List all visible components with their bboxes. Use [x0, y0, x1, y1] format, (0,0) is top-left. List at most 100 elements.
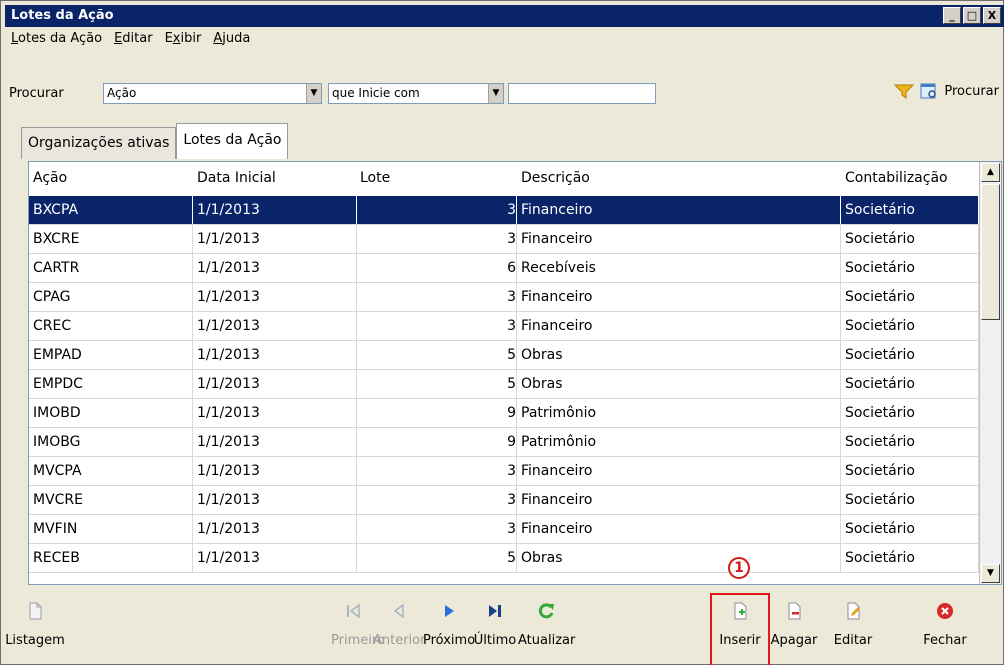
window-title: Lotes da Ação: [11, 8, 114, 23]
search-label: Procurar: [9, 86, 64, 101]
cell-descricao: Financeiro: [517, 225, 841, 253]
search-input[interactable]: [508, 83, 656, 104]
cell-descricao: Obras: [517, 341, 841, 369]
menu-editar[interactable]: Editar: [108, 28, 159, 50]
previous-icon: [389, 601, 409, 621]
cell-data-inicial: 1/1/2013: [193, 428, 357, 456]
table-row[interactable]: EMPDC 1/1/2013 5 Obras Societário: [29, 370, 979, 399]
cell-acao: CPAG: [29, 283, 193, 311]
cell-data-inicial: 1/1/2013: [193, 486, 357, 514]
column-header-acao[interactable]: Ação: [33, 170, 67, 186]
chevron-down-icon[interactable]: ▼: [488, 84, 503, 103]
inserir-button[interactable]: Inserir: [710, 593, 770, 665]
table-row[interactable]: CREC 1/1/2013 3 Financeiro Societário: [29, 312, 979, 341]
fechar-button[interactable]: Fechar: [915, 595, 975, 665]
cell-descricao: Patrimônio: [517, 399, 841, 427]
proximo-button[interactable]: Próximo: [423, 595, 475, 665]
cell-acao: RECEB: [29, 544, 193, 572]
cell-contabilizacao: Societário: [841, 399, 979, 427]
cell-data-inicial: 1/1/2013: [193, 544, 357, 572]
cell-descricao: Obras: [517, 370, 841, 398]
close-icon: X: [987, 9, 997, 22]
primeiro-button[interactable]: Primeiro: [331, 595, 385, 665]
table-row[interactable]: MVFIN 1/1/2013 3 Financeiro Societário: [29, 515, 979, 544]
search-button[interactable]: Procurar: [944, 84, 999, 99]
anterior-label: Anterior: [373, 633, 426, 648]
table-row[interactable]: RECEB 1/1/2013 5 Obras Societário: [29, 544, 979, 573]
menu-lotes-da-acao[interactable]: Lotes da Ação: [5, 28, 108, 50]
menu-ajuda[interactable]: Ajuda: [207, 28, 256, 50]
cell-descricao: Financeiro: [517, 486, 841, 514]
filter-icon[interactable]: [894, 83, 915, 99]
editar-button[interactable]: Editar: [830, 595, 876, 665]
tab-lotes-da-acao[interactable]: Lotes da Ação: [176, 123, 289, 159]
table-row[interactable]: MVCRE 1/1/2013 3 Financeiro Societário: [29, 486, 979, 515]
cell-descricao: Financeiro: [517, 283, 841, 311]
cell-data-inicial: 1/1/2013: [193, 225, 357, 253]
delete-icon: [784, 601, 804, 621]
chevron-down-icon[interactable]: ▼: [306, 84, 321, 103]
scroll-down-icon[interactable]: ▼: [981, 564, 1000, 583]
cell-acao: BXCRE: [29, 225, 193, 253]
table-row[interactable]: BXCPA 1/1/2013 3 Financeiro Societário: [29, 196, 979, 225]
table-row[interactable]: IMOBG 1/1/2013 9 Patrimônio Societário: [29, 428, 979, 457]
cell-contabilizacao: Societário: [841, 370, 979, 398]
column-header-contabilizacao[interactable]: Contabilização: [845, 170, 948, 186]
table-row[interactable]: CPAG 1/1/2013 3 Financeiro Societário: [29, 283, 979, 312]
minimize-button[interactable]: _: [943, 7, 961, 24]
maximize-button[interactable]: □: [963, 7, 981, 24]
cell-descricao: Financeiro: [517, 312, 841, 340]
scroll-up-icon[interactable]: ▲: [981, 163, 1000, 182]
bottom-toolbar: Listagem Primeiro Anterior Próximo Último Atu…: [5, 593, 1004, 665]
title-bar[interactable]: Lotes da Ação _ □ X: [5, 5, 1004, 27]
close-window-button[interactable]: X: [983, 7, 1001, 24]
cell-lote: 3: [357, 312, 517, 340]
cell-contabilizacao: Societário: [841, 341, 979, 369]
table-row[interactable]: IMOBD 1/1/2013 9 Patrimônio Societário: [29, 399, 979, 428]
tab-organizacoes-ativas[interactable]: Organizações ativas: [21, 127, 177, 159]
cell-data-inicial: 1/1/2013: [193, 254, 357, 282]
cell-acao: IMOBD: [29, 399, 193, 427]
vertical-scrollbar[interactable]: ▲ ▼: [979, 162, 1001, 584]
column-header-descricao[interactable]: Descrição: [521, 170, 590, 186]
apagar-button[interactable]: Apagar: [767, 595, 821, 665]
cell-contabilizacao: Societário: [841, 428, 979, 456]
column-header-lote[interactable]: Lote: [360, 170, 390, 186]
column-header-data-inicial[interactable]: Data Inicial: [197, 170, 276, 186]
apagar-label: Apagar: [770, 633, 818, 648]
cell-descricao: Patrimônio: [517, 428, 841, 456]
search-actions: Procurar: [894, 83, 999, 99]
first-icon: [343, 601, 363, 621]
atualizar-button[interactable]: Atualizar: [518, 595, 575, 665]
window-controls: _ □ X: [943, 7, 1001, 24]
table-row[interactable]: BXCRE 1/1/2013 3 Financeiro Societário: [29, 225, 979, 254]
cell-acao: IMOBG: [29, 428, 193, 456]
maximize-icon: □: [966, 9, 978, 22]
insert-icon: [730, 601, 750, 621]
cell-lote: 3: [357, 196, 517, 224]
anterior-button[interactable]: Anterior: [373, 595, 425, 665]
cell-lote: 3: [357, 486, 517, 514]
scrollbar-thumb[interactable]: [981, 184, 1000, 320]
cell-acao: EMPDC: [29, 370, 193, 398]
menu-exibir[interactable]: Exibir: [159, 28, 208, 50]
table-row[interactable]: EMPAD 1/1/2013 5 Obras Societário: [29, 341, 979, 370]
cell-data-inicial: 1/1/2013: [193, 283, 357, 311]
cell-descricao: Obras: [517, 544, 841, 572]
tab-strip: Organizações ativas Lotes da Ação: [21, 123, 289, 161]
cell-descricao: Financeiro: [517, 515, 841, 543]
search-operator-select[interactable]: que Inicie com ▼: [328, 83, 504, 104]
listagem-label: Listagem: [5, 633, 65, 648]
table-row[interactable]: MVCPA 1/1/2013 3 Financeiro Societário: [29, 457, 979, 486]
cell-contabilizacao: Societário: [841, 457, 979, 485]
cell-lote: 5: [357, 544, 517, 572]
minimize-icon: _: [949, 9, 955, 22]
listagem-button[interactable]: Listagem: [5, 595, 65, 665]
cell-contabilizacao: Societário: [841, 486, 979, 514]
ultimo-button[interactable]: Último: [473, 595, 517, 665]
cell-contabilizacao: Societário: [841, 196, 979, 224]
table-row[interactable]: CARTR 1/1/2013 6 Recebíveis Societário: [29, 254, 979, 283]
menu-bar: Lotes da Ação Editar Exibir Ajuda: [5, 28, 1004, 50]
close-icon: [935, 601, 955, 621]
search-field-select[interactable]: Ação ▼: [103, 83, 322, 104]
